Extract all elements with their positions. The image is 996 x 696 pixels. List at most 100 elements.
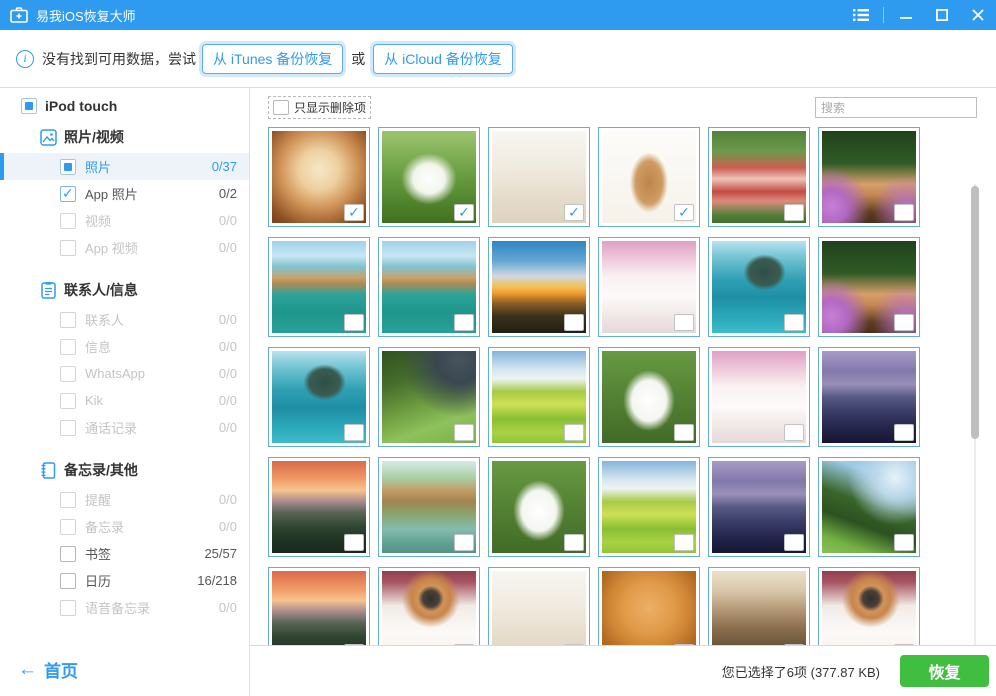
photo-tile[interactable] (818, 567, 920, 645)
photo-tile[interactable] (598, 567, 700, 645)
photo-tile[interactable] (268, 567, 370, 645)
sidebar-item[interactable]: 联系人0/0 (0, 306, 249, 333)
tile-checkbox[interactable] (784, 534, 804, 551)
tile-checkbox[interactable] (674, 534, 694, 551)
device-checkbox[interactable] (21, 98, 37, 114)
photo-tile[interactable] (378, 347, 480, 447)
device-row[interactable]: iPod touch (0, 88, 249, 120)
photo-tile[interactable] (818, 237, 920, 337)
photo-tile[interactable] (818, 347, 920, 447)
tile-checkbox[interactable] (894, 314, 914, 331)
tile-checkbox[interactable] (564, 314, 584, 331)
photo-tile[interactable] (708, 237, 810, 337)
item-checkbox[interactable] (60, 312, 76, 328)
tile-checkbox[interactable]: ✓ (344, 204, 364, 221)
photo-tile[interactable] (818, 457, 920, 557)
photo-tile[interactable] (488, 347, 590, 447)
home-link[interactable]: ← 首页 (18, 657, 78, 682)
item-checkbox[interactable] (60, 186, 76, 202)
item-checkbox[interactable] (60, 213, 76, 229)
sidebar-item[interactable]: 视频0/0 (0, 207, 249, 234)
photo-tile[interactable]: ✓ (488, 127, 590, 227)
photo-tile[interactable] (268, 347, 370, 447)
photo-tile[interactable] (598, 237, 700, 337)
recover-from-itunes-button[interactable]: 从 iTunes 备份恢复 (202, 44, 343, 74)
photo-tile[interactable] (488, 457, 590, 557)
tile-checkbox[interactable] (894, 204, 914, 221)
item-label: 视频 (85, 211, 111, 230)
item-checkbox[interactable] (60, 420, 76, 436)
photo-tile[interactable] (378, 237, 480, 337)
tile-checkbox[interactable] (784, 204, 804, 221)
minimize-button[interactable] (888, 0, 924, 30)
show-deleted-only-filter[interactable]: 只显示删除项 (268, 96, 371, 119)
tile-checkbox[interactable] (674, 314, 694, 331)
photo-tile[interactable]: ✓ (598, 127, 700, 227)
tile-checkbox[interactable]: ✓ (674, 204, 694, 221)
tile-checkbox[interactable]: ✓ (454, 204, 474, 221)
maximize-button[interactable] (924, 0, 960, 30)
scrollbar-track[interactable] (971, 184, 979, 645)
item-count: 0/0 (219, 600, 237, 615)
sidebar-item[interactable]: 语音备忘录0/0 (0, 594, 249, 621)
sidebar-item[interactable]: App 视频0/0 (0, 234, 249, 261)
tile-checkbox[interactable] (454, 424, 474, 441)
sidebar-item[interactable]: 日历16/218 (0, 567, 249, 594)
item-checkbox[interactable] (60, 240, 76, 256)
item-checkbox[interactable] (60, 492, 76, 508)
search-input[interactable] (815, 97, 977, 118)
tile-checkbox[interactable] (564, 534, 584, 551)
sidebar-item[interactable]: 书签25/57 (0, 540, 249, 567)
item-checkbox[interactable] (60, 339, 76, 355)
tile-checkbox[interactable] (454, 534, 474, 551)
tile-checkbox[interactable] (894, 534, 914, 551)
tile-checkbox[interactable] (454, 314, 474, 331)
tile-checkbox[interactable] (344, 424, 364, 441)
item-checkbox[interactable] (60, 573, 76, 589)
tile-checkbox[interactable] (344, 534, 364, 551)
photo-tile[interactable] (378, 457, 480, 557)
sidebar-item[interactable]: Kik0/0 (0, 387, 249, 414)
pomeranian-closeup-thumbnail (602, 571, 696, 645)
photo-tile[interactable] (708, 127, 810, 227)
photo-tile[interactable] (818, 127, 920, 227)
show-deleted-only-checkbox[interactable] (273, 100, 289, 115)
recover-from-icloud-button[interactable]: 从 iCloud 备份恢复 (373, 44, 512, 74)
photo-tile[interactable] (598, 457, 700, 557)
item-checkbox[interactable] (60, 366, 76, 382)
tile-checkbox[interactable] (784, 314, 804, 331)
tile-checkbox[interactable] (784, 424, 804, 441)
tile-checkbox[interactable]: ✓ (564, 204, 584, 221)
photo-tile[interactable] (268, 237, 370, 337)
tile-checkbox[interactable] (344, 314, 364, 331)
photo-tile[interactable]: ✓ (268, 127, 370, 227)
sidebar-item[interactable]: 通话记录0/0 (0, 414, 249, 441)
close-button[interactable] (960, 0, 996, 30)
photo-tile[interactable] (488, 237, 590, 337)
sidebar-item[interactable]: 信息0/0 (0, 333, 249, 360)
photo-tile[interactable] (708, 567, 810, 645)
scrollbar-thumb[interactable] (971, 186, 979, 439)
item-checkbox[interactable] (60, 600, 76, 616)
photo-tile[interactable] (598, 347, 700, 447)
tile-checkbox[interactable] (894, 424, 914, 441)
tile-checkbox[interactable] (564, 424, 584, 441)
sidebar-item[interactable]: 备忘录0/0 (0, 513, 249, 540)
tile-checkbox[interactable] (674, 424, 694, 441)
photo-tile[interactable] (268, 457, 370, 557)
sidebar-item[interactable]: WhatsApp0/0 (0, 360, 249, 387)
item-checkbox[interactable] (60, 159, 76, 175)
sidebar-item[interactable]: App 照片0/2 (0, 180, 249, 207)
item-checkbox[interactable] (60, 519, 76, 535)
photo-tile[interactable] (378, 567, 480, 645)
recover-button[interactable]: 恢复 (900, 655, 989, 687)
menu-icon[interactable] (843, 0, 879, 30)
photo-tile[interactable] (708, 457, 810, 557)
sidebar-item[interactable]: 提醒0/0 (0, 486, 249, 513)
item-checkbox[interactable] (60, 393, 76, 409)
photo-tile[interactable]: ✓ (378, 127, 480, 227)
item-checkbox[interactable] (60, 546, 76, 562)
sidebar-item[interactable]: 照片0/37 (0, 153, 249, 180)
photo-tile[interactable] (488, 567, 590, 645)
photo-tile[interactable] (708, 347, 810, 447)
